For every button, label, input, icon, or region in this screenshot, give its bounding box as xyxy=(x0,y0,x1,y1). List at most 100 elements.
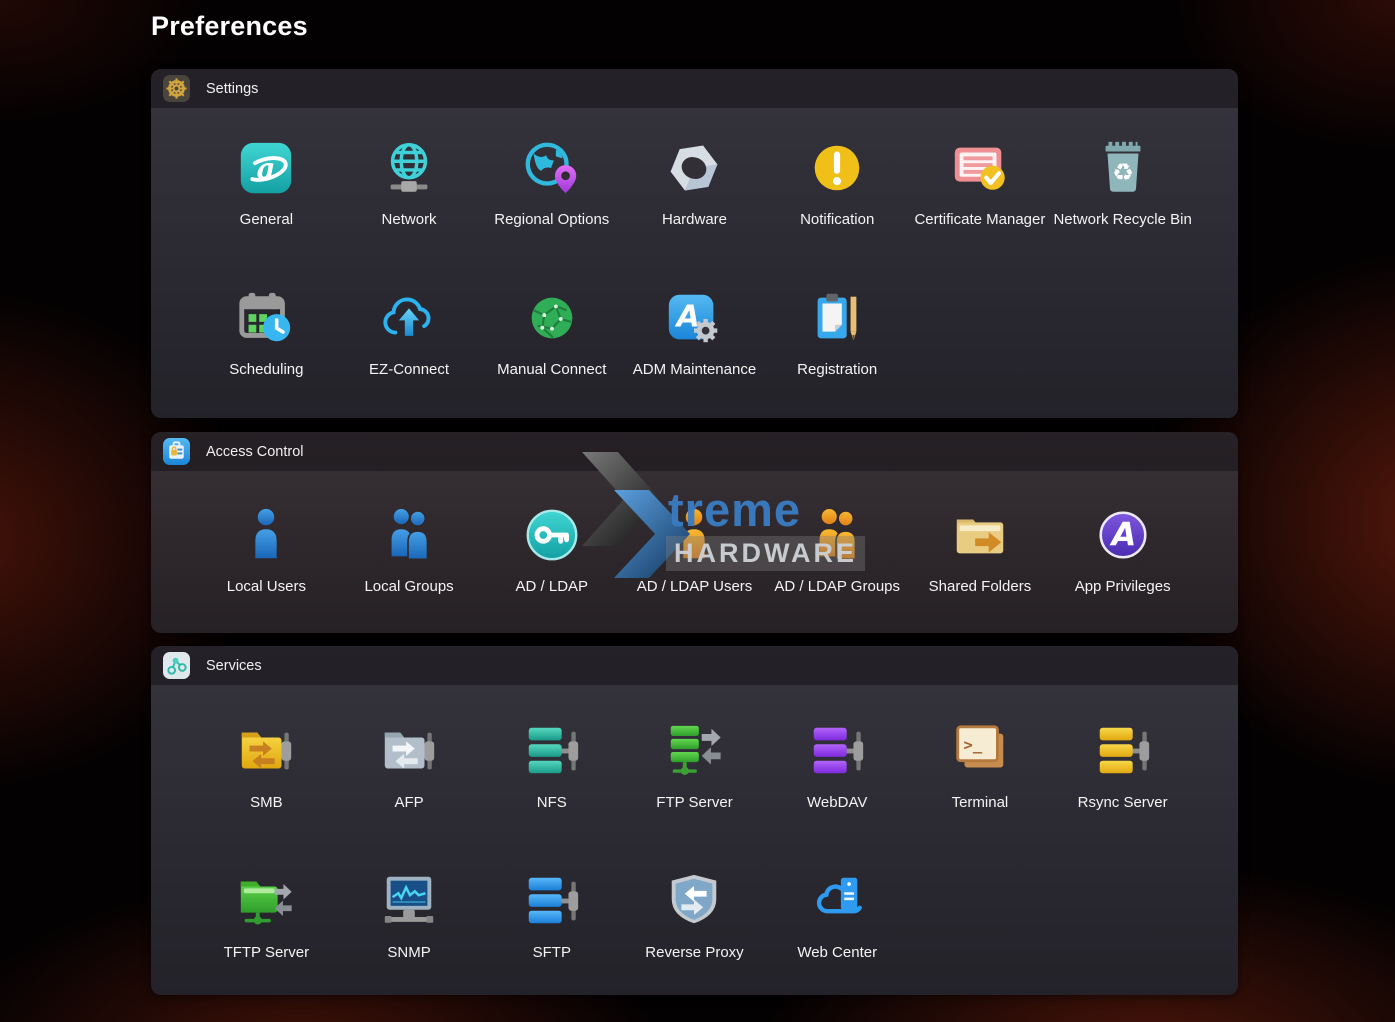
hardware-icon xyxy=(662,136,726,200)
general-icon: a xyxy=(234,136,298,200)
item-hardware[interactable]: Hardware xyxy=(623,136,766,286)
services-panel: Services SMB xyxy=(151,646,1238,995)
item-label: AD / LDAP Groups xyxy=(774,578,900,595)
item-label: Web Center xyxy=(797,944,877,961)
item-reverse-proxy[interactable]: Reverse Proxy xyxy=(623,869,766,995)
svg-text:>_: >_ xyxy=(963,736,982,754)
item-label: SFTP xyxy=(533,944,571,961)
item-rsync-server[interactable]: Rsync Server xyxy=(1051,719,1194,869)
item-scheduling[interactable]: Scheduling xyxy=(195,286,338,418)
item-label: TFTP Server xyxy=(224,944,310,961)
item-afp[interactable]: AFP xyxy=(338,719,481,869)
item-web-center[interactable]: Web Center xyxy=(766,869,909,995)
item-network-recycle-bin[interactable]: ♻ Network Recycle Bin xyxy=(1051,136,1194,286)
smb-icon xyxy=(234,719,298,783)
item-label: Reverse Proxy xyxy=(645,944,743,961)
item-notification[interactable]: Notification xyxy=(766,136,909,286)
access-control-panel-title: Access Control xyxy=(206,444,304,460)
item-smb[interactable]: SMB xyxy=(195,719,338,869)
item-registration[interactable]: Registration xyxy=(766,286,909,418)
network-icon xyxy=(377,136,441,200)
item-label: EZ-Connect xyxy=(369,361,449,378)
settings-panel: Settings a General xyxy=(151,69,1238,418)
services-icon xyxy=(163,652,190,679)
item-label: General xyxy=(240,211,293,228)
terminal-icon: >_ xyxy=(948,719,1012,783)
item-label: Notification xyxy=(800,211,874,228)
notification-icon xyxy=(805,136,869,200)
adm-maintenance-icon: A xyxy=(662,286,726,350)
afp-icon xyxy=(377,719,441,783)
access-control-panel-header: Access Control xyxy=(151,432,1238,471)
ez-connect-icon xyxy=(377,286,441,350)
reverse-proxy-icon xyxy=(662,869,726,933)
item-label: SMB xyxy=(250,794,283,811)
item-manual-connect[interactable]: Manual Connect xyxy=(480,286,623,418)
access-control-grid: Local Users Local Groups xyxy=(151,471,1238,633)
item-label: AD / LDAP Users xyxy=(637,578,753,595)
item-network[interactable]: Network xyxy=(338,136,481,286)
shared-folders-icon xyxy=(948,503,1012,567)
item-local-users[interactable]: Local Users xyxy=(195,503,338,633)
item-label: Shared Folders xyxy=(929,578,1032,595)
app-privileges-icon: A xyxy=(1091,503,1155,567)
ad-ldap-users-icon xyxy=(662,503,726,567)
item-label: Manual Connect xyxy=(497,361,606,378)
settings-panel-header: Settings xyxy=(151,69,1238,108)
item-nfs[interactable]: NFS xyxy=(480,719,623,869)
item-label: AFP xyxy=(394,794,423,811)
ftp-server-icon xyxy=(662,719,726,783)
item-sftp[interactable]: SFTP xyxy=(480,869,623,995)
item-general[interactable]: a General xyxy=(195,136,338,286)
item-snmp[interactable]: SNMP xyxy=(338,869,481,995)
access-control-icon xyxy=(163,438,190,465)
item-label: AD / LDAP xyxy=(516,578,589,595)
item-label: App Privileges xyxy=(1075,578,1171,595)
item-local-groups[interactable]: Local Groups xyxy=(338,503,481,633)
network-recycle-bin-icon: ♻ xyxy=(1091,136,1155,200)
item-label: Scheduling xyxy=(229,361,303,378)
preferences-page: { "page": { "title": "Preferences" }, "w… xyxy=(0,0,1395,1022)
item-certificate-manager[interactable]: Certificate Manager xyxy=(909,136,1052,286)
item-terminal[interactable]: >_ Terminal xyxy=(909,719,1052,869)
item-ftp-server[interactable]: FTP Server xyxy=(623,719,766,869)
item-label: Local Users xyxy=(227,578,306,595)
local-groups-icon xyxy=(377,503,441,567)
item-label: Local Groups xyxy=(364,578,453,595)
item-regional-options[interactable]: Regional Options xyxy=(480,136,623,286)
item-label: WebDAV xyxy=(807,794,867,811)
settings-grid: a General Network xyxy=(151,108,1238,418)
ad-ldap-groups-icon xyxy=(805,503,869,567)
item-ad-ldap-users[interactable]: AD / LDAP Users xyxy=(623,503,766,633)
services-grid: SMB AFP xyxy=(151,685,1238,995)
item-label: FTP Server xyxy=(656,794,732,811)
services-panel-header: Services xyxy=(151,646,1238,685)
services-panel-title: Services xyxy=(206,658,262,674)
page-title: Preferences xyxy=(151,11,308,42)
item-tftp-server[interactable]: TFTP Server xyxy=(195,869,338,995)
item-label: SNMP xyxy=(387,944,430,961)
item-app-privileges[interactable]: A App Privileges xyxy=(1051,503,1194,633)
item-label: Hardware xyxy=(662,211,727,228)
tftp-server-icon xyxy=(234,869,298,933)
certificate-manager-icon xyxy=(948,136,1012,200)
webdav-icon xyxy=(805,719,869,783)
item-webdav[interactable]: WebDAV xyxy=(766,719,909,869)
item-ad-ldap[interactable]: AD / LDAP xyxy=(480,503,623,633)
ad-ldap-icon xyxy=(520,503,584,567)
item-shared-folders[interactable]: Shared Folders xyxy=(909,503,1052,633)
snmp-icon xyxy=(377,869,441,933)
registration-icon xyxy=(805,286,869,350)
svg-text:A: A xyxy=(1108,516,1136,554)
sftp-icon xyxy=(520,869,584,933)
item-label: Network Recycle Bin xyxy=(1053,211,1191,228)
item-label: Rsync Server xyxy=(1078,794,1168,811)
item-ez-connect[interactable]: EZ-Connect xyxy=(338,286,481,418)
manual-connect-icon xyxy=(520,286,584,350)
item-label: NFS xyxy=(537,794,567,811)
item-label: Network xyxy=(382,211,437,228)
item-label: Registration xyxy=(797,361,877,378)
scheduling-icon xyxy=(234,286,298,350)
item-adm-maintenance[interactable]: A ADM Maintenance xyxy=(623,286,766,418)
item-ad-ldap-groups[interactable]: AD / LDAP Groups xyxy=(766,503,909,633)
